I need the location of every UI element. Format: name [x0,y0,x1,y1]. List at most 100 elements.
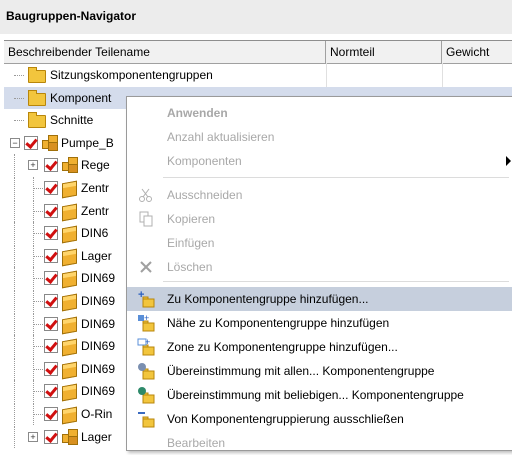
context-menu: Anwenden Anzahl aktualisieren Komponenten A… [126,96,512,451]
menu-item-bearbeiten[interactable]: Bearbeiten [127,431,512,455]
panel-title-bar: Baugruppen-Navigator [0,0,512,34]
visibility-checkbox[interactable] [44,271,58,286]
tree-node-label: Schnitte [50,113,94,128]
tree-node-label: DIN69 [81,339,116,354]
column-header-gewicht[interactable]: Gewicht [442,41,512,63]
zone-add-icon: + [137,337,155,356]
tree-node-label: O-Rin [81,407,113,421]
menu-item-label: Einfügen [167,236,215,250]
menu-item-label: Anzahl aktualisieren [167,130,275,144]
expand-icon[interactable]: + [28,160,38,171]
part-icon [62,316,77,334]
visibility-checkbox[interactable] [44,181,58,195]
menu-item-anzahl-aktualisieren[interactable]: Anzahl aktualisieren [127,125,512,149]
visibility-checkbox[interactable] [44,339,58,354]
menu-item-label: Kopieren [167,212,216,226]
tree-node-label: Zentr [81,203,110,218]
tree-row[interactable]: Sitzungskomponentengruppen [4,64,512,86]
tree-node-label: Lager [81,248,112,263]
visibility-checkbox[interactable] [44,361,58,376]
menu-item-nähe-zu-komponentengruppe-hinzufügen[interactable]: + Nähe zu Komponentengruppe hinzufügen [127,311,512,335]
menu-item-kopieren[interactable]: Kopieren [127,207,512,231]
collapse-icon[interactable]: − [10,137,20,148]
tree-node-label: Sitzungskomponentengruppen [50,68,213,82]
menu-separator [163,177,509,178]
column-header: Beschreibender Teilename Normteil Gewich… [4,40,512,64]
menu-item-label: Nähe zu Komponentengruppe hinzufügen [167,316,390,330]
part-icon [62,225,77,244]
proximity-add-icon: + [137,313,155,332]
visibility-checkbox[interactable] [44,316,58,331]
svg-text:+: + [145,338,150,347]
tree-node-label: DIN69 [81,316,116,331]
part-icon [62,338,77,357]
menu-item-label: Löschen [167,260,213,274]
delete-x-icon [137,258,155,276]
menu-item-löschen[interactable]: Löschen [127,255,512,279]
tree-node-label: Pumpe_B [61,135,114,150]
menu-item-label: Von Komponentengruppierung ausschließen [167,412,404,426]
folder-icon [28,112,46,129]
svg-text:+: + [138,290,144,301]
match-all-icon [137,362,155,380]
menu-item-übereinstimmung-mit-allen-komponentengruppe[interactable]: Übereinstimmung mit allen... Komponenten… [127,359,512,383]
folder-icon [28,67,46,83]
match-any-icon [137,386,155,404]
expand-icon[interactable]: + [28,431,38,442]
part-icon [62,271,77,289]
folder-icon [28,89,46,106]
menu-item-label: Bearbeiten [167,436,226,450]
column-header-name[interactable]: Beschreibender Teilename [4,41,326,63]
menu-item-label: Übereinstimmung mit beliebigen... Kompon… [167,388,464,402]
menu-item-ausschneiden[interactable]: Ausschneiden [127,183,512,207]
menu-separator [163,281,509,282]
tree-node-label: Komponent [50,90,112,105]
submenu-arrow-icon [506,156,511,166]
visibility-checkbox[interactable] [44,384,58,399]
tree-node-label: DIN69 [81,271,116,286]
add-to-group-icon: + [137,289,155,308]
menu-item-anwenden[interactable]: Anwenden [127,101,512,125]
menu-item-label: Zone zu Komponentengruppe hinzufügen... [167,340,398,354]
tree-node-label: Rege [81,158,110,173]
visibility-checkbox[interactable] [44,294,58,308]
visibility-checkbox[interactable] [44,429,58,444]
menu-item-zu-komponentengruppe-hinzufügen[interactable]: + Zu Komponentengruppe hinzufügen... [127,287,512,311]
menu-item-label: Zu Komponentengruppe hinzufügen... [167,292,369,306]
menu-item-zone-zu-komponentengruppe-hinzufügen[interactable]: + Zone zu Komponentengruppe hinzufügen... [127,335,512,359]
tree-node-label: DIN69 [81,384,116,399]
tree-node-label: DIN6 [81,226,109,241]
visibility-checkbox[interactable] [44,248,58,263]
part-icon [62,361,77,380]
visibility-checkbox[interactable] [44,203,58,218]
visibility-checkbox[interactable] [44,226,58,241]
assembly-icon [62,157,78,174]
menu-item-label: Übereinstimmung mit allen... Komponenten… [167,364,435,378]
tree-node-label: DIN69 [81,361,116,376]
visibility-checkbox[interactable] [44,407,58,421]
menu-item-label: Anwenden [167,106,228,120]
assembly-icon [42,134,58,151]
menu-item-komponenten[interactable]: Komponenten [127,149,512,173]
tree-node-label: Lager [81,429,112,444]
part-icon [62,203,77,221]
column-header-normteil[interactable]: Normteil [326,41,442,63]
menu-item-von-komponentengruppierung-ausschließen[interactable]: Von Komponentengruppierung ausschließen [127,407,512,431]
visibility-checkbox[interactable] [44,158,58,173]
exclude-icon [137,410,155,428]
assembly-icon [62,428,78,445]
copy-icon [137,210,155,228]
menu-item-einfügen[interactable]: Einfügen [127,231,512,255]
tree-node-label: Zentr [81,181,110,195]
menu-item-übereinstimmung-mit-beliebigen-komponentengruppe[interactable]: Übereinstimmung mit beliebigen... Kompon… [127,383,512,407]
menu-item-label: Komponenten [167,154,242,168]
part-icon [62,384,77,402]
panel-title: Baugruppen-Navigator [6,9,137,23]
visibility-checkbox[interactable] [24,135,38,150]
part-icon [62,406,77,425]
svg-text:+: + [144,314,149,323]
scissors-icon [137,186,155,204]
part-icon [62,248,77,267]
part-icon [62,180,77,199]
tree-node-label: DIN69 [81,294,116,308]
